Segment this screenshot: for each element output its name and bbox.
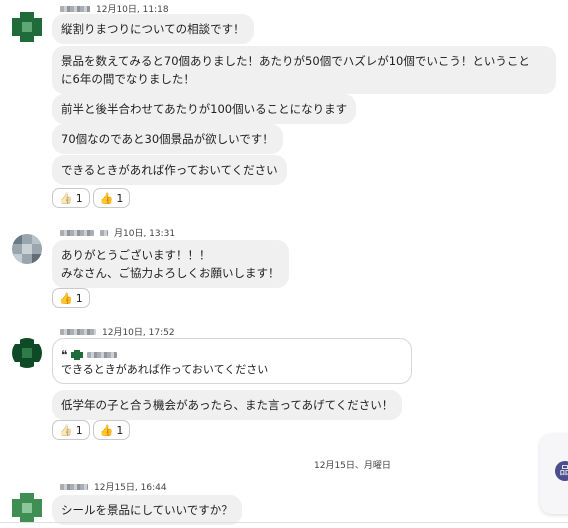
message-meta: 12月15日, 16:44 xyxy=(60,480,167,493)
message-bubble[interactable]: できるときがあれば作っておいてください xyxy=(52,155,287,185)
thumbs-up-icon: 👍 xyxy=(59,291,73,305)
message-bubble[interactable]: シールを景品にしていいですか？ xyxy=(52,495,242,525)
message-timestamp: 12月10日, 17:52 xyxy=(102,328,175,338)
quote-header: ❝ xyxy=(61,348,118,362)
thumbs-up-icon: 👍 xyxy=(99,423,114,437)
quoted-avatar-icon xyxy=(71,350,84,360)
avatar-image xyxy=(12,12,42,42)
chat-thread: 12月10日, 11:18 縦割りまつりについての相談です！ 景品を数えてみると… xyxy=(0,0,568,528)
sender-name-blurred xyxy=(60,328,96,335)
composer-divider xyxy=(0,522,568,523)
reaction-count: 1 xyxy=(116,423,124,437)
quote-mark-icon: ❝ xyxy=(61,348,68,362)
reaction-bar: 👍 1 👍 1 xyxy=(52,188,131,208)
reaction-chip[interactable]: 👍 1 xyxy=(52,188,90,208)
user-avatar[interactable] xyxy=(12,234,42,264)
message-bubble[interactable]: 70個なのであと30個景品が欲しいです！ xyxy=(52,124,283,154)
side-panel-tab[interactable]: 品 xyxy=(540,434,568,514)
quoted-message-card[interactable]: ❝ できるときがあれば作っておいてください xyxy=(52,338,412,384)
sender-name-blurred xyxy=(60,483,88,490)
message-bubble[interactable]: 景品を数えてみると70個ありました！あたりが50個でハズレが10個でいこう！とい… xyxy=(52,46,556,94)
thumbs-up-icon: 👍 xyxy=(59,423,73,437)
user-avatar[interactable] xyxy=(12,493,42,523)
reaction-count: 1 xyxy=(116,191,124,205)
message-bubble[interactable]: ありがとうございます！！！ みなさん、ご協力よろしくお願いします！ xyxy=(52,240,289,288)
quoted-text: できるときがあれば作っておいてください xyxy=(61,363,269,376)
sender-detail-blurred xyxy=(100,229,108,236)
reaction-chip[interactable]: 👍 1 xyxy=(92,188,131,208)
avatar-image xyxy=(12,338,42,368)
space-icon: 品 xyxy=(555,461,568,481)
date-separator: 12月15日、月曜日 xyxy=(314,461,391,471)
avatar-image xyxy=(12,234,42,264)
message-timestamp: 月10日, 13:31 xyxy=(114,229,176,239)
reaction-bar: 👍 1 xyxy=(52,288,90,308)
reaction-chip[interactable]: 👍 1 xyxy=(52,420,90,440)
reaction-count: 1 xyxy=(75,423,83,437)
reaction-bar: 👍 1 👍 1 xyxy=(52,420,131,440)
reaction-chip[interactable]: 👍 1 xyxy=(52,288,90,308)
reaction-count: 1 xyxy=(75,191,83,205)
message-bubble[interactable]: 前半と後半合わせてあたりが100個いることになります xyxy=(52,94,357,124)
message-meta: 月10日, 13:31 xyxy=(60,226,175,239)
message-bubble[interactable]: 低学年の子と合う機会があったら、また言ってあげてください！ xyxy=(52,390,403,420)
sender-name-blurred xyxy=(60,229,94,236)
reaction-count: 1 xyxy=(75,291,83,305)
thumbs-up-icon: 👍 xyxy=(99,191,114,205)
message-bubble[interactable]: 縦割りまつりについての相談です！ xyxy=(52,14,254,44)
avatar-image xyxy=(12,493,42,523)
user-avatar[interactable] xyxy=(12,338,42,368)
message-meta: 12月10日, 17:52 xyxy=(60,325,175,338)
thumbs-up-icon: 👍 xyxy=(59,191,73,205)
message-timestamp: 12月15日, 16:44 xyxy=(94,483,167,493)
quoted-sender-blurred xyxy=(87,352,118,358)
user-avatar[interactable] xyxy=(12,12,42,42)
sender-name-blurred xyxy=(60,5,90,12)
reaction-chip[interactable]: 👍 1 xyxy=(92,420,131,440)
